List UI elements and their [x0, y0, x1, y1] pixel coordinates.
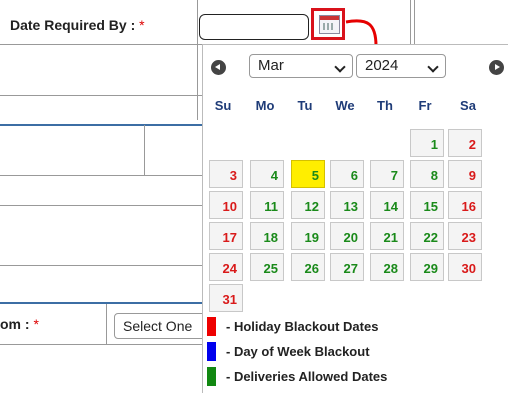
divider [0, 44, 202, 45]
legend-swatch [207, 317, 216, 336]
calendar-day[interactable]: 11 [250, 191, 284, 219]
chevron-down-icon [427, 61, 439, 73]
calendar-day[interactable]: 26 [291, 253, 325, 281]
calendar-day[interactable]: 23 [448, 222, 482, 250]
calendar-day[interactable]: 4 [250, 160, 284, 188]
calendar-day[interactable]: 13 [330, 191, 364, 219]
divider [0, 265, 202, 266]
calendar-day[interactable]: 12 [291, 191, 325, 219]
divider [144, 125, 145, 175]
legend-label: - Holiday Blackout Dates [226, 319, 379, 334]
divider [0, 95, 202, 96]
required-mark: * [33, 316, 39, 332]
legend-label: - Deliveries Allowed Dates [226, 369, 388, 384]
weekday-header: Fr [418, 98, 432, 113]
from-label: om : * [0, 316, 39, 332]
calendar-day[interactable]: 3 [209, 160, 243, 188]
calendar-day[interactable]: 20 [330, 222, 364, 250]
month-value: Mar [258, 57, 284, 74]
section-divider [0, 302, 202, 304]
divider [0, 205, 202, 206]
calendar-day[interactable]: 28 [370, 253, 404, 281]
divider [410, 0, 411, 44]
calendar-day[interactable]: 8 [410, 160, 444, 188]
calendar-day[interactable]: 22 [410, 222, 444, 250]
calendar-popup: Mar 2024 Su Mo Tu We Th Fr Sa 1 2 3 4 5 6 7 8 9 10 11 12 13… [202, 44, 508, 393]
weekday-header: We [335, 98, 355, 113]
legend-swatch [207, 367, 216, 386]
chevron-down-icon [334, 61, 346, 73]
calendar-day[interactable]: 24 [209, 253, 243, 281]
month-select[interactable]: Mar [249, 54, 353, 78]
date-required-label: Date Required By : * [10, 17, 145, 33]
year-value: 2024 [365, 57, 399, 74]
weekday-header: Sa [460, 98, 476, 113]
calendar-icon [319, 15, 340, 34]
date-required-input[interactable] [199, 14, 309, 40]
divider [197, 0, 198, 120]
calendar-day[interactable]: 25 [250, 253, 284, 281]
calendar-day[interactable]: 29 [410, 253, 444, 281]
weekday-header: Su [214, 98, 232, 113]
weekday-header: Tu [297, 98, 313, 113]
year-select[interactable]: 2024 [356, 54, 446, 78]
calendar-day[interactable]: 5 [291, 160, 325, 188]
from-label-text: om : [0, 316, 30, 332]
calendar-day[interactable]: 27 [330, 253, 364, 281]
calendar-day[interactable]: 9 [448, 160, 482, 188]
calendar-day[interactable]: 16 [448, 191, 482, 219]
calendar-day[interactable]: 7 [370, 160, 404, 188]
weekday-header: Mo [255, 98, 275, 113]
calendar-day[interactable]: 18 [250, 222, 284, 250]
weekday-header: Th [377, 98, 393, 113]
calendar-day[interactable]: 6 [330, 160, 364, 188]
divider [106, 304, 107, 344]
required-mark: * [139, 17, 145, 33]
legend-label: - Day of Week Blackout [226, 344, 370, 359]
calendar-day[interactable]: 1 [410, 129, 444, 157]
prev-month-icon[interactable] [211, 60, 226, 75]
calendar-day[interactable]: 21 [370, 222, 404, 250]
calendar-day[interactable]: 19 [291, 222, 325, 250]
calendar-day[interactable]: 31 [209, 284, 243, 312]
divider [0, 175, 202, 176]
calendar-day[interactable]: 14 [370, 191, 404, 219]
divider [0, 344, 202, 345]
calendar-day[interactable]: 2 [448, 129, 482, 157]
calendar-day[interactable]: 17 [209, 222, 243, 250]
section-divider [0, 124, 202, 126]
divider [414, 0, 415, 44]
next-month-icon[interactable] [489, 60, 504, 75]
date-required-text: Date Required By : [10, 17, 136, 33]
calendar-day[interactable]: 30 [448, 253, 482, 281]
legend-swatch [207, 342, 216, 361]
calendar-day[interactable]: 10 [209, 191, 243, 219]
calendar-day[interactable]: 15 [410, 191, 444, 219]
